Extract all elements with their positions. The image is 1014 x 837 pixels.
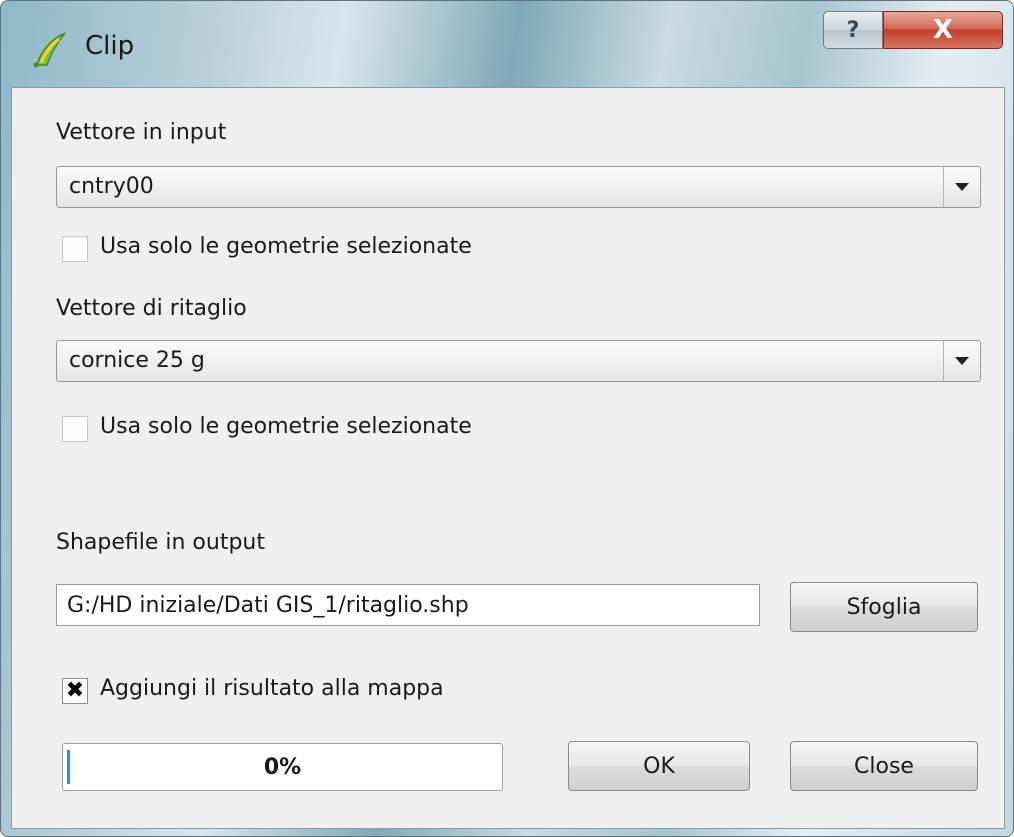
progress-bar: 0% xyxy=(62,743,503,791)
help-button[interactable]: ? xyxy=(823,11,883,49)
chevron-down-icon[interactable] xyxy=(943,167,980,207)
help-icon: ? xyxy=(846,17,860,43)
input-use-selected-label[interactable]: Usa solo le geometrie selezionate xyxy=(100,234,472,259)
close-icon: X xyxy=(932,15,954,45)
clip-use-selected-label[interactable]: Usa solo le geometrie selezionate xyxy=(100,414,472,439)
window-title: Clip xyxy=(85,31,135,61)
clip-vector-combobox[interactable]: cornice 25 g xyxy=(56,340,981,382)
clip-vector-value: cornice 25 g xyxy=(69,348,205,373)
ok-button[interactable]: OK xyxy=(568,741,750,791)
input-vector-value: cntry00 xyxy=(69,174,154,199)
progress-text: 0% xyxy=(263,755,302,780)
input-use-selected-checkbox[interactable] xyxy=(62,236,88,262)
chevron-down-icon[interactable] xyxy=(943,341,980,381)
input-vector-label: Vettore in input xyxy=(56,120,227,145)
window-close-button[interactable]: X xyxy=(883,11,1003,49)
add-to-map-checkbox[interactable]: ✖ xyxy=(62,678,88,704)
clip-dialog-window: Clip ? X Vettore in input cntry00 Usa so… xyxy=(0,0,1014,837)
qgis-clip-icon xyxy=(33,32,66,68)
add-to-map-label[interactable]: Aggiungi il risultato alla mappa xyxy=(100,676,444,701)
dialog-body: Vettore in input cntry00 Usa solo le geo… xyxy=(11,87,1005,829)
output-path-field[interactable] xyxy=(56,584,760,626)
close-button[interactable]: Close xyxy=(790,741,978,791)
clip-vector-label: Vettore di ritaglio xyxy=(56,296,247,321)
output-shapefile-label: Shapefile in output xyxy=(56,530,265,555)
title-bar[interactable]: Clip ? X xyxy=(1,1,1013,85)
input-vector-combobox[interactable]: cntry00 xyxy=(56,166,981,208)
clip-use-selected-checkbox[interactable] xyxy=(62,416,88,442)
browse-button[interactable]: Sfoglia xyxy=(790,582,978,632)
